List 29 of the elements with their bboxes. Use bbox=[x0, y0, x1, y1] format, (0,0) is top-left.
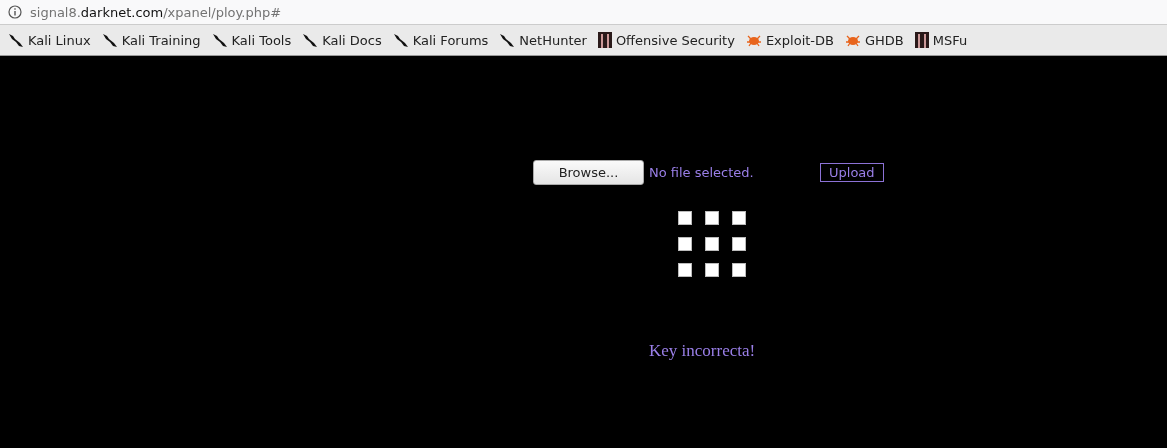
checkbox[interactable] bbox=[705, 237, 719, 251]
bookmark-link[interactable]: Exploit-DB bbox=[745, 32, 834, 48]
error-message: Key incorrecta! bbox=[649, 341, 756, 360]
bookmark-link[interactable]: Offensive Security bbox=[597, 32, 735, 48]
bookmark-link[interactable]: MSFu bbox=[914, 32, 968, 48]
url-text[interactable]: signal8.darknet.com/xpanel/ploy.php# bbox=[30, 4, 282, 20]
bug-icon bbox=[844, 33, 861, 47]
bookmark-link[interactable]: Kali Forums bbox=[392, 32, 489, 48]
gate-icon bbox=[914, 32, 929, 48]
bug-icon bbox=[745, 33, 762, 47]
checkbox[interactable] bbox=[678, 263, 692, 277]
checkbox[interactable] bbox=[732, 263, 746, 277]
bookmark-link[interactable]: Kali Tools bbox=[211, 32, 292, 48]
upload-button[interactable]: Upload bbox=[820, 163, 884, 182]
checkbox[interactable] bbox=[705, 263, 719, 277]
browse-button[interactable]: Browse... bbox=[533, 160, 644, 185]
checkbox[interactable] bbox=[732, 237, 746, 251]
bookmark-link[interactable]: Kali Training bbox=[101, 32, 201, 48]
bookmark-link[interactable]: Kali Linux bbox=[8, 32, 91, 48]
gate-icon bbox=[597, 32, 612, 48]
checkbox[interactable] bbox=[678, 237, 692, 251]
info-icon[interactable] bbox=[8, 5, 22, 19]
file-status: No file selected. bbox=[649, 165, 755, 180]
bookmark-link[interactable]: Kali Docs bbox=[302, 32, 382, 48]
bookmark-link[interactable]: GHDB bbox=[844, 32, 904, 48]
bookmark-link[interactable]: NetHunter bbox=[499, 32, 587, 48]
checkbox[interactable] bbox=[732, 211, 746, 225]
checkbox[interactable] bbox=[705, 211, 719, 225]
checkbox[interactable] bbox=[678, 211, 692, 225]
